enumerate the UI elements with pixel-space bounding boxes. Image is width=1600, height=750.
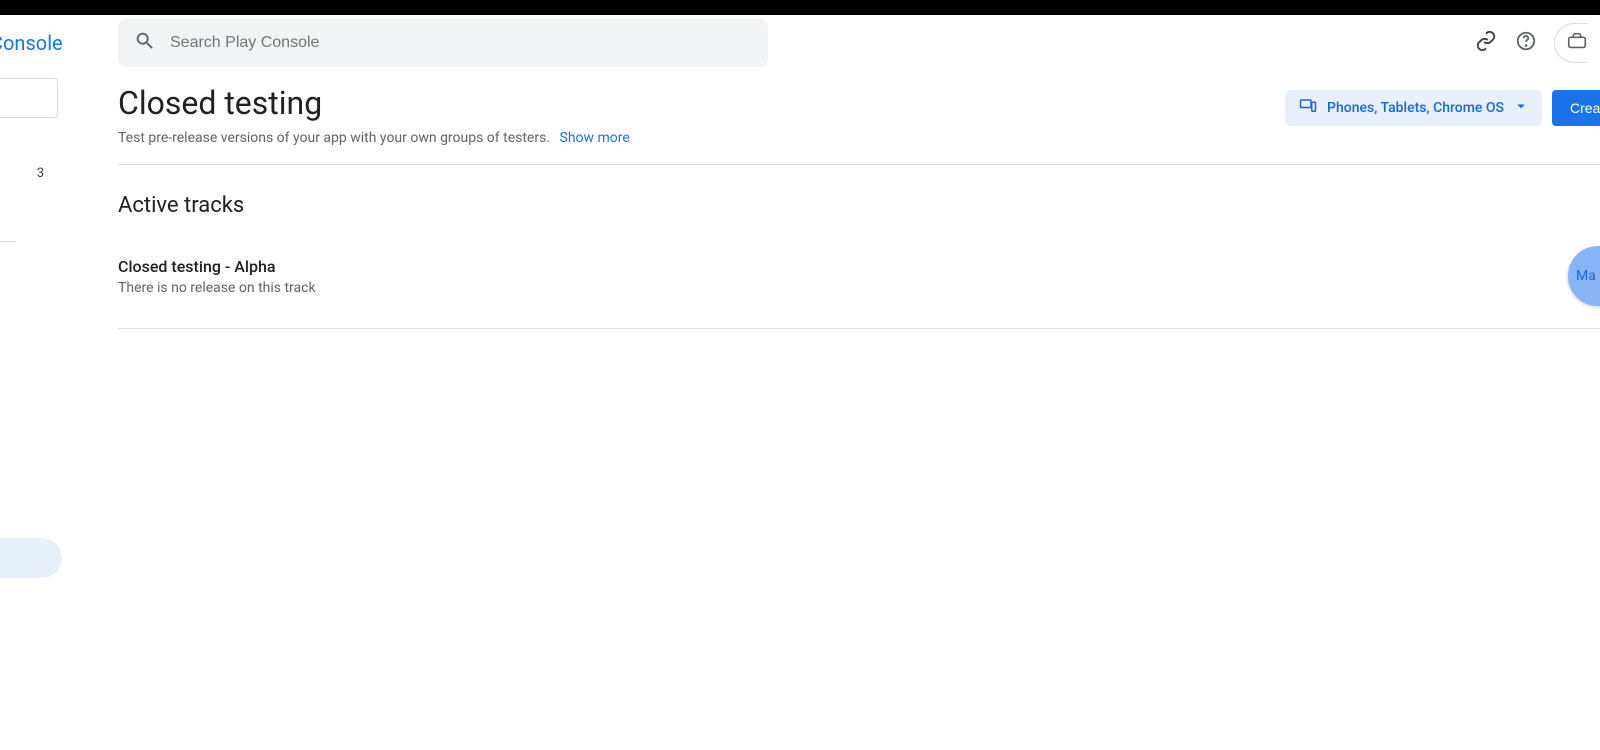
device-filter-chip[interactable]: Phones, Tablets, Chrome OS: [1285, 90, 1542, 126]
manage-track-label: Ma: [1576, 268, 1596, 284]
device-filter-label: Phones, Tablets, Chrome OS: [1327, 100, 1504, 116]
toolbox-button-cutoff[interactable]: [1554, 23, 1588, 63]
sidebar-divider: [0, 241, 16, 242]
section-title: Active tracks: [118, 193, 1600, 218]
sidebar-selector[interactable]: [0, 78, 58, 118]
create-track-button[interactable]: Crea: [1552, 90, 1600, 126]
toolbox-icon: [1556, 30, 1588, 56]
brand-label[interactable]: Console: [0, 31, 70, 55]
page-title: Closed testing: [118, 84, 1285, 122]
page-subtitle: Test pre-release versions of your app wi…: [118, 130, 1285, 146]
link-icon-button[interactable]: [1466, 23, 1506, 63]
manage-track-fab[interactable]: Ma: [1568, 246, 1600, 306]
track-status: There is no release on this track: [118, 280, 1568, 296]
track-row: Closed testing - Alpha There is no relea…: [118, 246, 1600, 329]
search-box[interactable]: [118, 19, 768, 67]
header-divider: [118, 164, 1600, 165]
track-name: Closed testing - Alpha: [118, 257, 1568, 276]
sidebar-stub: 3: [0, 78, 62, 242]
page-subtitle-text: Test pre-release versions of your app wi…: [118, 130, 550, 146]
main-content: Closed testing Test pre-release versions…: [118, 70, 1600, 329]
help-icon: [1515, 30, 1537, 56]
devices-icon: [1299, 97, 1327, 119]
show-more-link[interactable]: Show more: [560, 130, 630, 146]
top-bar: Console: [0, 15, 1600, 70]
window-top-bar: [0, 0, 1600, 15]
help-icon-button[interactable]: [1506, 23, 1546, 63]
search-input[interactable]: [170, 34, 752, 52]
dropdown-arrow-icon: [1504, 97, 1530, 119]
search-icon: [134, 30, 156, 56]
link-icon: [1475, 30, 1497, 56]
sidebar-badge: 3: [0, 166, 62, 181]
sidebar-active-item[interactable]: [0, 538, 62, 578]
